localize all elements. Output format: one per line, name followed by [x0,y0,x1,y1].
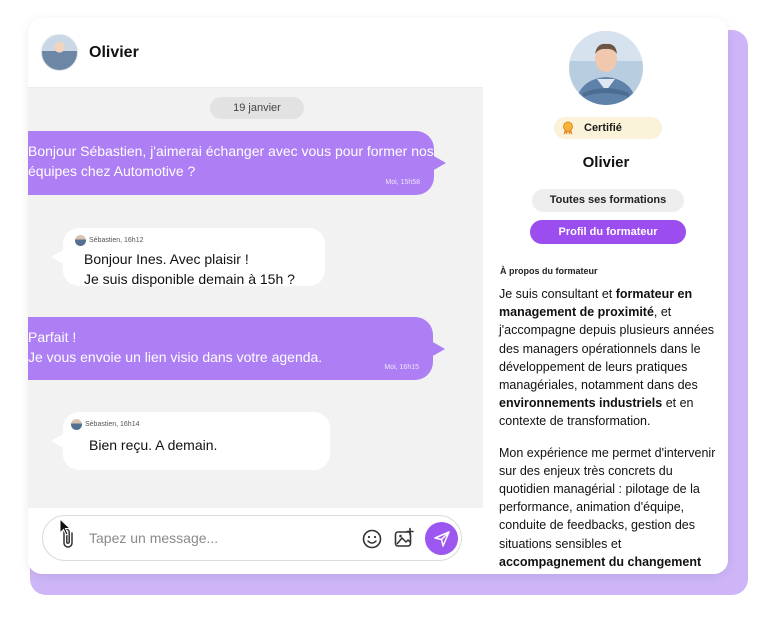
message-line: Bien reçu. A demain. [89,437,218,453]
incoming-message: Sébastien, 16h12 Bonjour Ines. Avec plai… [51,228,325,289]
about-text-run-bold: environnements industriels [499,396,663,411]
trainer-avatar [569,31,643,105]
trainer-profile-panel: Certifié Olivier Toutes ses formations P… [484,18,728,574]
add-image-icon[interactable] [393,527,415,549]
message-line: Je vous envoie un lien visio dans votre … [28,349,323,365]
message-time: Moi, 16h15 [384,364,419,371]
message-list[interactable]: 19 janvier Bonjour Sébastien, j'aimerai … [28,88,483,508]
trainer-profile-button[interactable]: Profil du formateur [530,220,686,244]
about-text-run: Mon expérience me permet d'intervenir su… [499,445,716,551]
about-heading: À propos du formateur [500,266,598,276]
sender-avatar [75,235,86,246]
outgoing-message: Bonjour Sébastien, j'aimerai échanger av… [28,131,446,195]
sender-avatar [71,419,82,430]
message-sender: Sébastien, 16h12 [75,235,325,246]
message-line: Parfait ! [28,329,77,345]
contact-name[interactable]: Olivier [89,44,139,62]
award-ribbon-icon [563,121,573,135]
message-text: Bonjour Ines. Avec plaisir ! Je suis dis… [75,249,325,289]
chat-header: Olivier [28,18,483,88]
send-icon [433,530,450,547]
badge-label: Certifié [584,122,622,134]
message-input[interactable]: Tapez un message... [42,515,462,561]
message-sender: Sébastien, 16h14 [71,419,330,430]
messaging-card: Olivier 19 janvier Bonjour Sébastien, j'… [28,18,728,574]
smiley-icon[interactable] [361,528,383,550]
message-text: Bonjour Sébastien, j'aimerai échanger av… [28,143,434,179]
contact-avatar[interactable] [41,34,78,71]
message-time: Moi, 15h58 [385,179,420,186]
outgoing-message: Parfait ! Je vous envoie un lien visio d… [28,317,445,380]
incoming-message: Sébastien, 16h14 Bien reçu. A demain. [51,412,330,470]
message-placeholder: Tapez un message... [89,530,219,546]
about-paragraph: Mon expérience me permet d'intervenir su… [499,444,725,571]
send-button[interactable] [425,522,458,555]
about-text: Je suis consultant et formateur en manag… [499,285,725,574]
about-paragraph: Je suis consultant et formateur en manag… [499,285,725,431]
about-text-run-bold: accompagnement du changement [499,554,702,569]
all-trainings-button[interactable]: Toutes ses formations [532,189,684,212]
message-line: Je suis disponible demain à 15h ? [84,271,295,287]
message-composer: Tapez un message... [28,508,483,574]
date-separator: 19 janvier [210,97,304,119]
sender-label: Sébastien, 16h14 [85,420,140,428]
mouse-cursor-icon [59,518,71,536]
certified-badge: Certifié [554,117,662,139]
sender-label: Sébastien, 16h12 [89,236,144,244]
about-text-run: Je suis consultant et [499,287,616,301]
message-line: Bonjour Ines. Avec plaisir ! [84,251,249,267]
message-text: Bien reçu. A demain. [71,435,330,455]
trainer-name: Olivier [582,154,630,171]
chat-panel: Olivier 19 janvier Bonjour Sébastien, j'… [28,18,483,574]
